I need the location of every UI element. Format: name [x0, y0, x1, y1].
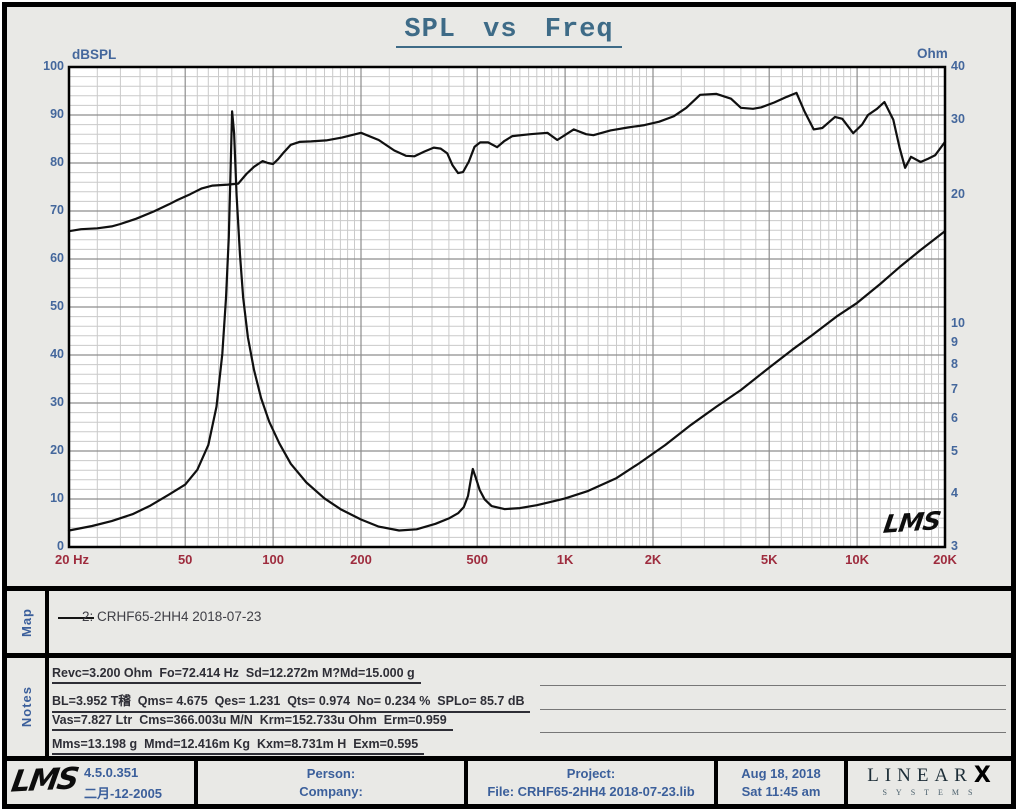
x-tick: 20K — [933, 552, 957, 567]
notes-tab-divider — [45, 658, 49, 756]
x-tick: 20 Hz — [55, 552, 89, 567]
y-left-tick: 20 — [26, 443, 64, 457]
map-tab-label: Map — [19, 608, 34, 637]
company-label: Company: — [198, 784, 464, 799]
map-tab[interactable]: Map — [7, 591, 45, 653]
lms-watermark: LMS — [882, 506, 943, 539]
notes-rule-3 — [540, 732, 1006, 733]
notes-line-4: Mms=13.198 g Mmd=12.416m Kg Kxm=8.731m H… — [52, 737, 424, 755]
y-right-tick: 3 — [951, 539, 958, 553]
y-left-tick: 80 — [26, 155, 64, 169]
divider-graph-map — [7, 586, 1011, 591]
x-tick: 500 — [466, 552, 488, 567]
y-left-tick: 100 — [26, 59, 64, 73]
y-left-tick: 30 — [26, 395, 64, 409]
project-label: Project: — [468, 766, 714, 781]
linearx-logo-main: LINEAR — [867, 765, 973, 786]
left-axis-unit-label: dBSPL — [72, 47, 116, 62]
notes-rule-2 — [540, 709, 1006, 710]
y-left-tick: 60 — [26, 251, 64, 265]
y-right-tick: 6 — [951, 411, 958, 425]
chart-title: SPL vs Freq — [0, 15, 1018, 48]
spl-impedance-plot — [0, 0, 1018, 600]
x-tick: 200 — [350, 552, 372, 567]
right-axis-unit-label: Ohm — [917, 46, 948, 61]
x-tick: 50 — [178, 552, 192, 567]
notes-line-1: Revc=3.200 Ohm Fo=72.414 Hz Sd=12.272m M… — [52, 666, 421, 684]
y-left-tick: 10 — [26, 491, 64, 505]
x-tick: 100 — [262, 552, 284, 567]
y-right-tick: 5 — [951, 444, 958, 458]
linearx-logo-sub: SYSTEMS — [846, 789, 1012, 797]
notes-line-3: Vas=7.827 Ltr Cms=366.003u M/N Krm=152.7… — [52, 713, 453, 731]
x-tick: 1K — [557, 552, 574, 567]
linearx-logo-x: X — [974, 763, 991, 788]
y-right-tick: 4 — [951, 486, 958, 500]
linearx-logo: LINEARX SYSTEMS — [846, 764, 1012, 797]
y-right-tick: 9 — [951, 335, 958, 349]
y-right-tick: 30 — [951, 112, 965, 126]
y-left-tick: 40 — [26, 347, 64, 361]
y-right-tick: 40 — [951, 59, 965, 73]
y-left-tick: 50 — [26, 299, 64, 313]
build-date-text: 二月-12-2005 — [84, 783, 162, 802]
x-tick: 10K — [845, 552, 869, 567]
divider-map-notes — [7, 653, 1011, 658]
y-left-tick: 90 — [26, 107, 64, 121]
lms-window: SPL vs Freq dBSPL Ohm LMS 10090807060504… — [0, 0, 1018, 811]
map-tab-divider — [45, 591, 49, 653]
y-right-tick: 7 — [951, 382, 958, 396]
y-left-tick: 0 — [26, 539, 64, 553]
x-tick: 5K — [761, 552, 778, 567]
notes-tab[interactable]: Notes — [7, 658, 45, 756]
file-label: File: CRHF65-2HH4 2018-07-23.lib — [468, 784, 714, 799]
x-tick: 2K — [645, 552, 662, 567]
y-left-tick: 70 — [26, 203, 64, 217]
divider-notes-footer — [7, 756, 1011, 761]
footer-time: Sat 11:45 am — [718, 784, 844, 799]
notes-line-2: BL=3.952 T稽 Qms= 4.675 Qes= 1.231 Qts= 0… — [52, 690, 530, 713]
person-label: Person: — [198, 766, 464, 781]
y-right-tick: 8 — [951, 357, 958, 371]
version-text: 4.5.0.351 — [84, 765, 138, 780]
notes-tab-label: Notes — [19, 686, 34, 727]
legend-entry[interactable]: 2: CRHF65-2HH4 2018-07-23 — [82, 609, 261, 624]
lms-logo: LMS — [9, 761, 80, 799]
footer-date: Aug 18, 2018 — [718, 766, 844, 781]
notes-rule-1 — [540, 685, 1006, 686]
y-right-tick: 10 — [951, 316, 965, 330]
y-right-tick: 20 — [951, 187, 965, 201]
